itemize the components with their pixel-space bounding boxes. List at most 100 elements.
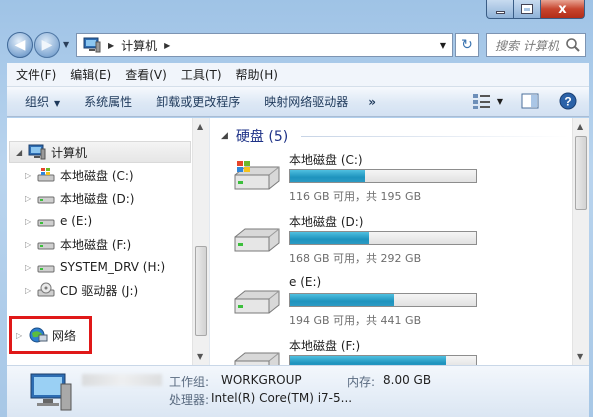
main-area: ◢ 计算机 ▷ 本地磁盘 (C:) ▷ 本地磁盘 (D:) ▷ e (E:) ▷… (7, 118, 589, 376)
drive-free-space: 116 GB 可用，共 195 GB (289, 190, 422, 203)
scroll-down-icon[interactable]: ▼ (577, 352, 583, 361)
drive-icon (37, 265, 55, 273)
menu-help[interactable]: 帮助(H) (236, 66, 278, 83)
breadcrumb-separator-icon[interactable]: ▶ (164, 41, 170, 50)
search-icon (566, 38, 580, 52)
tree-item-drive-h[interactable]: ▷ SYSTEM_DRV (H:) (25, 257, 165, 277)
tree-item-drive-c[interactable]: ▷ 本地磁盘 (C:) (25, 165, 134, 185)
back-button[interactable]: ◀ (7, 32, 33, 58)
tree-item-label: 本地磁盘 (C:) (60, 168, 134, 183)
drive-tile[interactable]: 本地磁盘 (C:) 116 GB 可用，共 195 GB (231, 151, 571, 211)
processor-label: 处理器: (169, 393, 210, 407)
address-dropdown-icon[interactable]: ▼ (440, 41, 446, 50)
drive-free-space: 168 GB 可用，共 292 GB (289, 252, 422, 265)
scrollbar-thumb[interactable] (575, 136, 587, 210)
drive-icon (37, 219, 55, 227)
tree-item-computer[interactable]: ◢ 计算机 (9, 141, 191, 163)
expand-arrow-icon[interactable]: ▷ (25, 194, 37, 203)
forward-button[interactable]: ▶ (34, 32, 60, 58)
group-header-hard-disks[interactable]: ◢ 硬盘 (5) (221, 126, 288, 146)
tree-item-drive-e[interactable]: ▷ e (E:) (25, 211, 92, 231)
command-bar: 组织 ▼ 系统属性 卸载或更改程序 映射网络驱动器 » ▼ ? (7, 87, 589, 117)
details-pane: 工作组: WORKGROUP 内存: 8.00 GB 处理器: Intel(R)… (7, 365, 589, 417)
refresh-button[interactable]: ↻ (455, 33, 479, 57)
content-scrollbar[interactable]: ▲ ▼ (572, 118, 589, 365)
view-options-icon[interactable] (471, 92, 493, 110)
cd-drive-icon (37, 282, 55, 297)
organize-dropdown-icon: ▼ (54, 99, 61, 108)
recent-pages-dropdown[interactable]: ▼ (63, 40, 69, 49)
menu-tools[interactable]: 工具(T) (181, 66, 222, 83)
drive-tile[interactable]: e (E:) 194 GB 可用，共 441 GB (231, 275, 571, 335)
tree-item-network[interactable]: ▷ 网络 (16, 326, 76, 344)
tree-item-drive-d[interactable]: ▷ 本地磁盘 (D:) (25, 188, 134, 208)
breadcrumb-computer[interactable]: 计算机 (121, 37, 157, 54)
drive-free-space: 194 GB 可用，共 441 GB (289, 314, 422, 327)
uninstall-program-button[interactable]: 卸载或更改程序 (156, 93, 240, 110)
organize-button[interactable]: 组织 ▼ (25, 93, 60, 110)
expand-arrow-icon[interactable]: ▷ (25, 263, 37, 272)
scrollbar-thumb[interactable] (195, 246, 207, 336)
menu-view[interactable]: 查看(V) (125, 66, 167, 83)
drive-name: e (E:) (289, 275, 322, 289)
expand-arrow-icon[interactable]: ▷ (25, 217, 37, 226)
drive-name: 本地磁盘 (C:) (289, 153, 363, 167)
memory-value: 8.00 GB (383, 373, 432, 387)
expand-arrow-icon[interactable]: ▷ (25, 286, 37, 295)
collapse-group-icon[interactable]: ◢ (221, 131, 228, 141)
scroll-up-icon[interactable]: ▲ (197, 122, 203, 131)
blurred-computer-name (82, 374, 162, 386)
network-icon (29, 327, 48, 343)
expand-arrow-icon[interactable]: ▷ (16, 331, 28, 340)
preview-pane-icon[interactable] (521, 93, 539, 109)
minimize-icon (495, 10, 505, 14)
drive-usage-fill (290, 232, 369, 244)
menu-file[interactable]: 文件(F) (16, 66, 56, 83)
minimize-button[interactable] (486, 0, 514, 19)
maximize-button[interactable] (514, 0, 541, 19)
breadcrumb-separator-icon[interactable]: ▶ (108, 41, 114, 50)
drive-usage-fill (290, 294, 394, 306)
refresh-icon: ↻ (461, 37, 473, 53)
svg-text:?: ? (564, 95, 571, 109)
drive-tile[interactable]: 本地磁盘 (D:) 168 GB 可用，共 292 GB (231, 213, 571, 273)
view-options-dropdown-icon[interactable]: ▼ (497, 97, 503, 106)
address-bar[interactable]: ▶ 计算机 ▶ ▼ (76, 33, 453, 57)
group-divider (301, 136, 569, 137)
help-icon[interactable]: ? (559, 92, 577, 110)
tree-item-label: 本地磁盘 (D:) (60, 191, 135, 206)
content-pane: ◢ 硬盘 (5) 本地磁盘 (C:) 116 GB 可用，共 195 GB 本地磁盘… (211, 118, 589, 376)
expand-arrow-icon[interactable]: ▷ (25, 171, 37, 180)
back-arrow-icon: ◀ (14, 37, 26, 53)
computer-icon (83, 37, 101, 53)
drive-icon (234, 290, 280, 314)
group-title: 硬盘 (5) (235, 129, 289, 145)
system-properties-button[interactable]: 系统属性 (84, 93, 132, 110)
navigation-pane-scrollbar[interactable]: ▲ ▼ (192, 118, 209, 365)
map-network-drive-button[interactable]: 映射网络驱动器 (264, 93, 348, 110)
drive-icon (37, 242, 55, 250)
tree-item-drive-f[interactable]: ▷ 本地磁盘 (F:) (25, 234, 131, 254)
close-icon: x (558, 1, 567, 17)
more-commands-button[interactable]: » (368, 95, 376, 109)
search-input[interactable]: 搜索 计算机 (486, 33, 586, 57)
scroll-down-icon[interactable]: ▼ (197, 352, 203, 361)
tree-item-label: 计算机 (51, 145, 88, 160)
tree-item-label: 本地磁盘 (F:) (60, 237, 132, 252)
navigation-row: ◀ ▶ ▼ ▶ 计算机 ▶ ▼ ↻ 搜索 计算机 (0, 30, 593, 60)
expand-arrow-icon[interactable]: ▷ (25, 240, 37, 249)
tree-item-label: CD 驱动器 (J:) (60, 283, 139, 298)
tree-item-cd-drive[interactable]: ▷ CD 驱动器 (J:) (25, 280, 138, 300)
processor-value: Intel(R) Core(TM) i7-5... (211, 391, 353, 405)
search-placeholder: 搜索 计算机 (495, 38, 559, 53)
tree-item-label: 网络 (52, 328, 77, 343)
drive-usage-bar (289, 293, 477, 307)
menu-edit[interactable]: 编辑(E) (70, 66, 111, 83)
expand-arrow-icon[interactable]: ◢ (16, 148, 28, 157)
computer-icon (30, 373, 72, 411)
drive-icon (234, 228, 280, 252)
windows-drive-icon (37, 168, 55, 182)
forward-arrow-icon: ▶ (41, 37, 53, 53)
scroll-up-icon[interactable]: ▲ (577, 122, 583, 131)
close-button[interactable]: x (541, 0, 585, 19)
